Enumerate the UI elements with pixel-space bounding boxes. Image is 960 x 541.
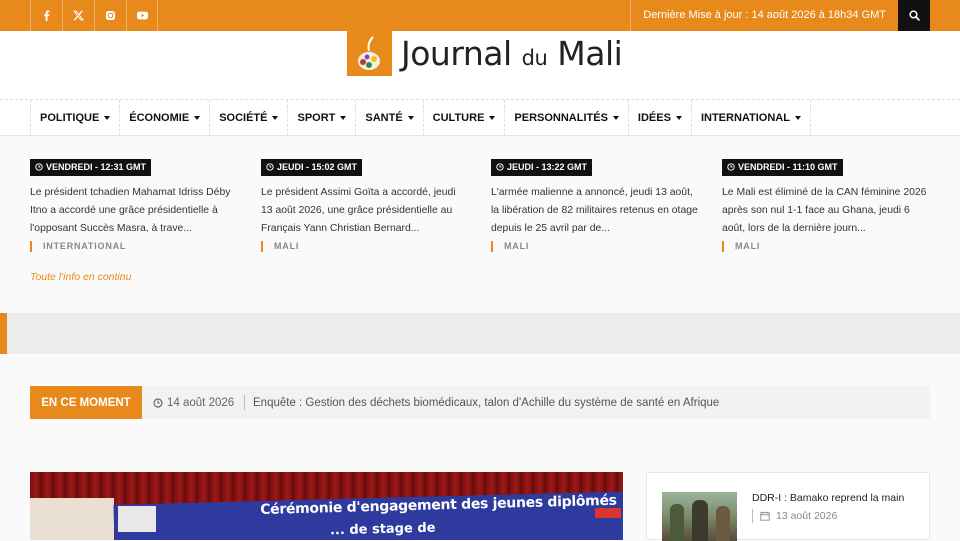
nav-label: IDÉES bbox=[637, 112, 671, 124]
site-header: Journal du Mali bbox=[0, 31, 960, 99]
news-category[interactable]: MALI bbox=[261, 241, 469, 252]
caret-down-icon bbox=[407, 116, 414, 120]
nav-item-international[interactable]: INTERNATIONAL bbox=[692, 100, 811, 136]
facebook-link[interactable] bbox=[30, 0, 62, 31]
nav-item-personnalites[interactable]: PERSONNALITÉS bbox=[505, 100, 629, 136]
nav-item-sante[interactable]: SANTÉ bbox=[356, 100, 424, 136]
nav-label: SANTÉ bbox=[365, 112, 403, 124]
news-item[interactable]: VENDREDI - 12:31 GMT Le président tchadi… bbox=[30, 158, 238, 252]
banner-text-2: ... de stage de bbox=[329, 520, 436, 539]
caret-down-icon bbox=[675, 116, 682, 120]
nav-item-idees[interactable]: IDÉES bbox=[629, 100, 692, 136]
news-time: VENDREDI - 12:31 GMT bbox=[46, 162, 147, 172]
clock-icon bbox=[496, 163, 504, 171]
nav-item-culture[interactable]: CULTURE bbox=[424, 100, 506, 136]
ticker-date-text: 14 août 2026 bbox=[167, 396, 235, 409]
nav-label: CULTURE bbox=[432, 112, 485, 124]
logo-mark-icon bbox=[347, 31, 392, 76]
ticker-headline[interactable]: Enquête : Gestion des déchets biomédicau… bbox=[253, 386, 719, 419]
news-item[interactable]: VENDREDI - 11:10 GMT Le Mali est éliminé… bbox=[722, 158, 930, 252]
article-thumbnail[interactable] bbox=[662, 492, 737, 541]
clock-icon bbox=[153, 397, 163, 408]
caret-down-icon bbox=[272, 116, 279, 120]
nav-item-economie[interactable]: ÉCONOMIE bbox=[120, 100, 211, 136]
news-time: JEUDI - 15:02 GMT bbox=[277, 162, 358, 172]
main-nav: POLITIQUE ÉCONOMIE SOCIÉTÉ SPORT SANTÉ C… bbox=[0, 99, 960, 136]
news-time: JEUDI - 13:22 GMT bbox=[507, 162, 588, 172]
nav-label: INTERNATIONAL bbox=[700, 112, 790, 124]
sidebar-widget: DDR-I : Bamako reprend la main 13 août 2… bbox=[646, 472, 930, 541]
site-logo[interactable]: Journal du Mali bbox=[347, 31, 623, 76]
image-panel bbox=[30, 498, 114, 540]
last-update: Dernière Mise à jour : 14 août 2026 à 18… bbox=[630, 0, 930, 31]
caret-down-icon bbox=[340, 116, 347, 120]
news-item[interactable]: JEUDI - 13:22 GMT L'armée malienne a ann… bbox=[491, 158, 699, 252]
facebook-icon bbox=[44, 10, 50, 21]
sidebar-article-date: 13 août 2026 bbox=[752, 509, 837, 523]
clock-icon bbox=[35, 163, 43, 171]
news-category[interactable]: MALI bbox=[722, 241, 930, 252]
nav-label: POLITIQUE bbox=[40, 112, 100, 124]
logo-wordmark: Journal du Mali bbox=[401, 34, 623, 73]
news-excerpt[interactable]: Le président tchadien Mahamat Idriss Déb… bbox=[30, 184, 238, 238]
search-button[interactable] bbox=[898, 0, 930, 31]
news-category[interactable]: MALI bbox=[491, 241, 699, 252]
sidebar-date-text: 13 août 2026 bbox=[776, 510, 838, 522]
calendar-icon bbox=[760, 511, 770, 521]
news-time: VENDREDI - 11:10 GMT bbox=[738, 162, 838, 172]
x-link[interactable] bbox=[62, 0, 94, 31]
caret-down-icon bbox=[104, 116, 111, 120]
banner-tag bbox=[595, 508, 621, 518]
band-accent bbox=[0, 313, 7, 354]
nav-item-sport[interactable]: SPORT bbox=[288, 100, 357, 136]
social-links bbox=[30, 0, 158, 31]
news-time-badge: VENDREDI - 12:31 GMT bbox=[30, 158, 152, 176]
news-excerpt[interactable]: Le Mali est éliminé de la CAN féminine 2… bbox=[722, 184, 930, 238]
news-item[interactable]: JEUDI - 15:02 GMT Le président Assimi Go… bbox=[261, 158, 469, 252]
nav-label: SPORT bbox=[297, 112, 336, 124]
last-update-text: Dernière Mise à jour : 14 août 2026 à 18… bbox=[630, 0, 898, 31]
logo-text-du: du bbox=[521, 46, 548, 70]
nav-item-politique[interactable]: POLITIQUE bbox=[31, 100, 121, 136]
nav-label: PERSONNALITÉS bbox=[514, 112, 608, 124]
nav-label: SOCIÉTÉ bbox=[219, 112, 268, 124]
breaking-ticker: EN CE MOMENT 14 août 2026 Enquête : Gest… bbox=[30, 386, 930, 419]
caret-down-icon bbox=[612, 116, 619, 120]
news-time-badge: JEUDI - 15:02 GMT bbox=[261, 158, 363, 176]
featured-image[interactable]: Cérémonie d'engagement des jeunes diplôm… bbox=[30, 472, 623, 540]
ticker-date: 14 août 2026 bbox=[153, 386, 234, 419]
clock-icon bbox=[266, 163, 274, 171]
news-excerpt[interactable]: L'armée malienne a annoncé, jeudi 13 aoû… bbox=[491, 184, 699, 238]
news-time-badge: VENDREDI - 11:10 GMT bbox=[722, 158, 843, 176]
all-news-link[interactable]: Toute l'info en continu bbox=[30, 271, 131, 283]
ticker-divider bbox=[244, 395, 245, 410]
nav-label: ÉCONOMIE bbox=[129, 112, 190, 124]
search-icon bbox=[908, 10, 920, 21]
news-category[interactable]: INTERNATIONAL bbox=[30, 241, 238, 252]
youtube-icon bbox=[136, 11, 148, 20]
nav-item-societe[interactable]: SOCIÉTÉ bbox=[210, 100, 289, 136]
caret-down-icon bbox=[794, 116, 801, 120]
x-twitter-icon bbox=[73, 10, 84, 21]
instagram-link[interactable] bbox=[94, 0, 126, 31]
news-time-badge: JEUDI - 13:22 GMT bbox=[491, 158, 593, 176]
caret-down-icon bbox=[194, 116, 201, 120]
ticker-label: EN CE MOMENT bbox=[30, 386, 142, 419]
sidebar-article-title[interactable]: DDR-I : Bamako reprend la main bbox=[752, 492, 904, 504]
top-bar: Dernière Mise à jour : 14 août 2026 à 18… bbox=[0, 0, 960, 31]
youtube-link[interactable] bbox=[126, 0, 158, 31]
clock-icon bbox=[727, 163, 735, 171]
ad-band bbox=[0, 313, 960, 354]
logo-text-mali: Mali bbox=[557, 34, 623, 73]
banner-logo bbox=[118, 506, 156, 532]
logo-text-journal: Journal bbox=[401, 34, 512, 73]
news-excerpt[interactable]: Le président Assimi Goïta a accordé, jeu… bbox=[261, 184, 469, 238]
instagram-icon bbox=[105, 10, 116, 21]
caret-down-icon bbox=[489, 116, 496, 120]
